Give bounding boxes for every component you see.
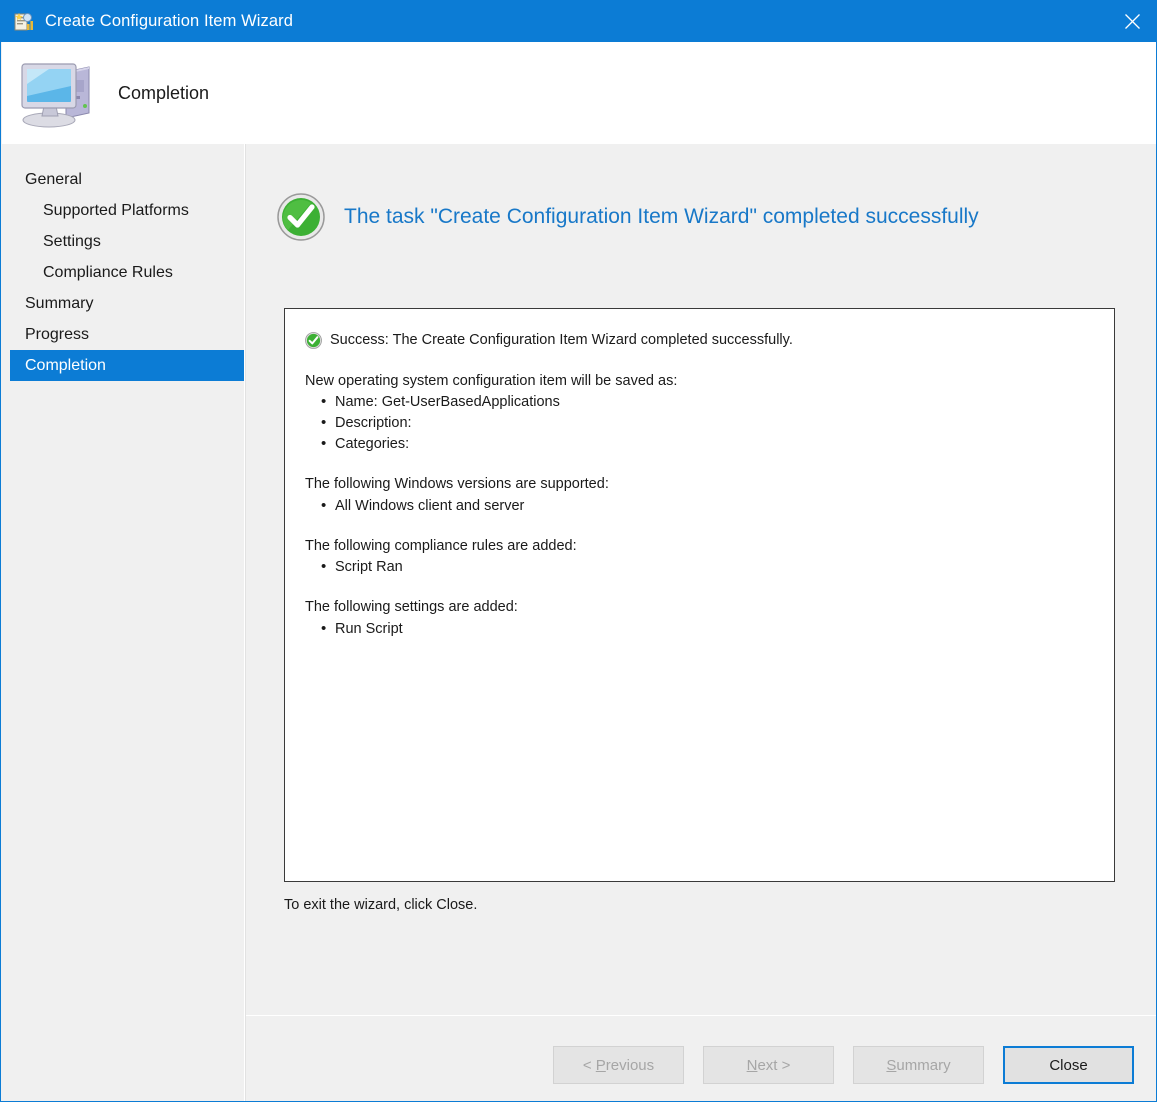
details-block: The following compliance rules are added… (305, 536, 1098, 579)
wizard-body: General Supported Platforms Settings Com… (2, 144, 1156, 1101)
computer-monitor-icon (16, 53, 102, 133)
list-item: Run Script (321, 618, 1098, 640)
exit-instruction: To exit the wizard, click Close. (284, 897, 478, 913)
success-check-icon (276, 192, 326, 242)
sidebar-item-compliance-rules[interactable]: Compliance Rules (2, 257, 244, 288)
sidebar-item-completion[interactable]: Completion (10, 350, 244, 381)
title-bar: Create Configuration Item Wizard (1, 1, 1156, 42)
list-item: Name: Get-UserBasedApplications (321, 391, 1098, 413)
list-item: All Windows client and server (321, 495, 1098, 517)
footer-button-row: < Previous Next > Summary Close (553, 1046, 1134, 1084)
wizard-header: Completion (2, 42, 1156, 144)
wizard-document-icon (13, 11, 35, 33)
details-bullet-list: Name: Get-UserBasedApplications Descript… (305, 391, 1098, 455)
next-button[interactable]: Next > (703, 1046, 834, 1084)
list-item: Categories: (321, 433, 1098, 455)
details-status-line: Success: The Create Configuration Item W… (305, 330, 1098, 351)
wizard-window: Create Configuration Item Wizard Complet… (0, 0, 1157, 1102)
wizard-content: The task "Create Configuration Item Wiza… (246, 144, 1156, 1101)
sidebar-item-progress[interactable]: Progress (2, 319, 244, 350)
window-title: Create Configuration Item Wizard (45, 12, 294, 30)
details-bullet-list: All Windows client and server (305, 495, 1098, 517)
completion-banner: The task "Create Configuration Item Wiza… (276, 192, 979, 242)
previous-button[interactable]: < Previous (553, 1046, 684, 1084)
details-bullet-list: Run Script (305, 618, 1098, 640)
details-block-title: The following settings are added: (305, 599, 518, 616)
details-status-text: Success: The Create Configuration Item W… (330, 332, 793, 348)
details-block-title: The following Windows versions are suppo… (305, 476, 609, 493)
sidebar-item-summary[interactable]: Summary (2, 288, 244, 319)
success-check-icon (305, 331, 322, 349)
completion-heading: The task "Create Configuration Item Wiza… (344, 205, 979, 228)
details-bullet-list: Script Ran (305, 556, 1098, 578)
sidebar-item-supported-platforms[interactable]: Supported Platforms (2, 195, 244, 226)
details-block-title: New operating system configuration item … (305, 372, 678, 389)
close-icon[interactable] (1108, 1, 1156, 42)
list-item: Description: (321, 412, 1098, 434)
wizard-step-list: General Supported Platforms Settings Com… (2, 164, 244, 381)
details-block: The following Windows versions are suppo… (305, 474, 1098, 517)
details-block-title: The following compliance rules are added… (305, 537, 577, 554)
page-title: Completion (118, 82, 210, 103)
close-button[interactable]: Close (1003, 1046, 1134, 1084)
sidebar-item-settings[interactable]: Settings (2, 226, 244, 257)
details-panel[interactable]: Success: The Create Configuration Item W… (284, 308, 1115, 882)
details-block: The following settings are added: Run Sc… (305, 597, 1098, 640)
list-item: Script Ran (321, 556, 1098, 578)
sidebar-item-general[interactable]: General (2, 164, 244, 195)
wizard-sidebar: General Supported Platforms Settings Com… (2, 144, 244, 1101)
details-block: New operating system configuration item … (305, 371, 1098, 456)
wizard-footer: < Previous Next > Summary Close (246, 1016, 1156, 1101)
summary-button[interactable]: Summary (853, 1046, 984, 1084)
